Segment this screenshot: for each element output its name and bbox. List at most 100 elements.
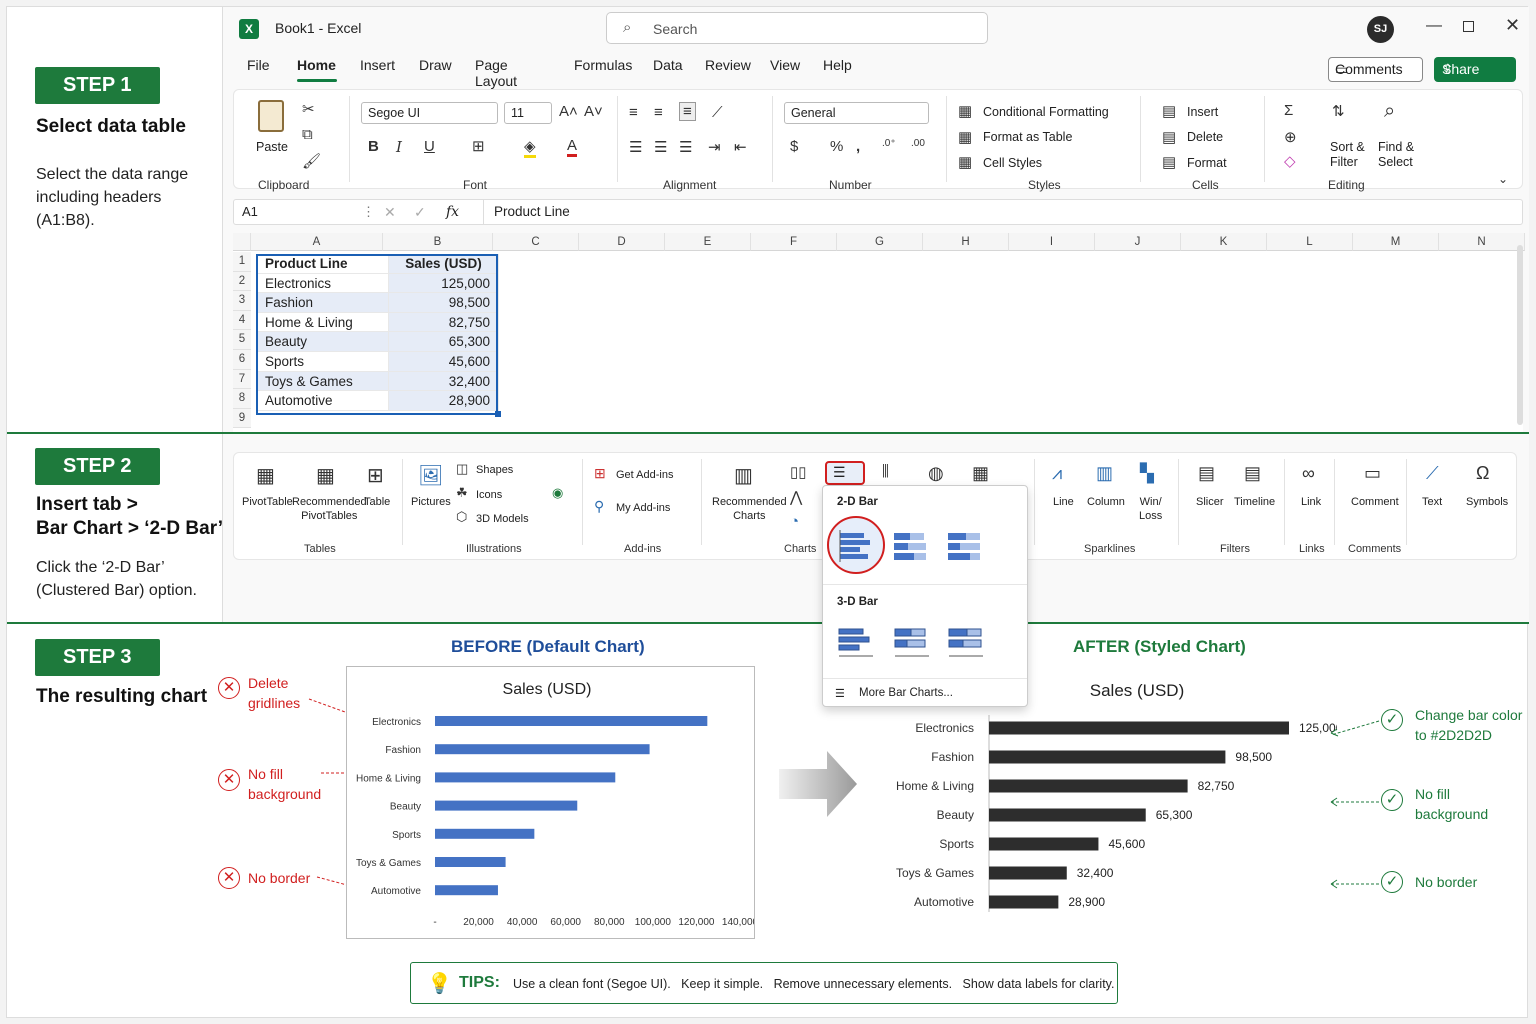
link-button[interactable]: Link	[1301, 495, 1321, 509]
column-header-g[interactable]: G	[837, 233, 923, 251]
3d-100-stacked-bar-option[interactable]	[947, 626, 985, 660]
orientation-icon[interactable]: ⟋	[712, 104, 723, 121]
menu-formulas[interactable]: Formulas	[574, 57, 632, 73]
table-button[interactable]: Table	[364, 495, 390, 509]
row-header-7[interactable]: 7	[233, 369, 251, 390]
function-icon[interactable]: fx	[446, 200, 459, 224]
100-stacked-bar-option[interactable]	[947, 530, 983, 562]
column-header-c[interactable]: C	[493, 233, 579, 251]
fill-icon[interactable]: ⊕	[1284, 128, 1297, 146]
sort-filter-button[interactable]: Sort & Filter	[1330, 140, 1365, 170]
column-header-n[interactable]: N	[1439, 233, 1525, 251]
3d-clustered-bar-option[interactable]	[837, 626, 875, 660]
outdent-icon[interactable]: ⇤	[734, 138, 747, 156]
pictures-button[interactable]: Pictures	[411, 495, 451, 509]
menu-review[interactable]: Review	[705, 57, 751, 73]
currency-icon[interactable]: $	[790, 138, 798, 155]
increase-font-icon[interactable]: A˄	[559, 103, 578, 120]
comma-icon[interactable]: ,	[856, 138, 860, 155]
pivotchart-icon[interactable]: ▦	[972, 463, 989, 484]
font-color-icon[interactable]: A	[567, 137, 578, 157]
row-header-9[interactable]: 9	[233, 408, 251, 429]
column-header-j[interactable]: J	[1095, 233, 1181, 251]
pivottable-button[interactable]: PivotTable	[242, 495, 293, 509]
sparkline-line-button[interactable]: Line	[1053, 495, 1074, 509]
column-header-k[interactable]: K	[1181, 233, 1267, 251]
autosum-icon[interactable]: Σ	[1284, 102, 1293, 119]
menu-file[interactable]: File	[247, 57, 270, 73]
align-left-icon[interactable]: ☰	[629, 138, 642, 156]
bold-icon[interactable]: B	[368, 138, 379, 155]
format-as-table-button[interactable]: Format as Table	[983, 130, 1072, 144]
name-box[interactable]: A1	[236, 201, 354, 223]
paste-label[interactable]: Paste	[256, 140, 288, 154]
underline-icon[interactable]: U	[424, 138, 435, 155]
collapse-ribbon-icon[interactable]: ⌄	[1498, 172, 1508, 186]
my-addins-button[interactable]: My Add-ins	[616, 501, 670, 515]
line-chart-icon[interactable]: ⋀	[790, 488, 802, 506]
row-header-8[interactable]: 8	[233, 389, 251, 409]
cell-styles-button[interactable]: Cell Styles	[983, 156, 1042, 170]
row-header-2[interactable]: 2	[233, 271, 251, 292]
bar-chart-dropdown-button[interactable]: ☰	[825, 461, 865, 485]
conditional-formatting-button[interactable]: Conditional Formatting	[983, 105, 1109, 119]
column-chart-icon[interactable]: ▯▯	[790, 463, 807, 481]
align-top-icon[interactable]: ≡	[629, 104, 638, 121]
formula-input[interactable]: Product Line	[494, 200, 570, 224]
maps-icon[interactable]: ◍	[928, 463, 944, 484]
close-icon[interactable]: ✕	[1505, 15, 1520, 36]
cut-icon[interactable]: ✂	[302, 100, 315, 118]
column-header-e[interactable]: E	[665, 233, 751, 251]
delete-cells-button[interactable]: Delete	[1187, 130, 1223, 144]
number-format-select[interactable]: General	[784, 102, 929, 124]
search-box[interactable]: ⌕ Search	[606, 12, 988, 44]
menu-insert[interactable]: Insert	[360, 57, 395, 73]
menu-draw[interactable]: Draw	[419, 57, 452, 73]
pie-chart-icon[interactable]: ◔	[790, 513, 799, 530]
clear-icon[interactable]: ◇	[1284, 152, 1296, 170]
minimize-icon[interactable]: —	[1426, 17, 1442, 35]
column-header-l[interactable]: L	[1267, 233, 1353, 251]
before-chart[interactable]: Sales (USD) Electronics Fashion Home & Liv…	[346, 666, 755, 939]
column-header-i[interactable]: I	[1009, 233, 1095, 251]
column-header-m[interactable]: M	[1353, 233, 1439, 251]
recommended-pivottables-button[interactable]: Recommended PivotTables	[292, 495, 367, 523]
shapes-button[interactable]: Shapes	[476, 463, 513, 477]
paste-icon[interactable]	[258, 100, 284, 132]
slicer-button[interactable]: Slicer	[1196, 495, 1224, 509]
align-center-icon[interactable]: ☰	[654, 138, 667, 156]
font-size-select[interactable]: 11	[504, 102, 552, 124]
avatar[interactable]: SJ	[1367, 16, 1394, 43]
sparkline-column-button[interactable]: Column	[1087, 495, 1125, 509]
copy-icon[interactable]: ⧉	[302, 126, 313, 143]
comment-insert-button[interactable]: Comment	[1351, 495, 1399, 509]
column-header-a[interactable]: A	[251, 233, 383, 251]
column-header-f[interactable]: F	[751, 233, 837, 251]
select-all-corner[interactable]	[233, 233, 251, 251]
cancel-icon[interactable]: ✕	[384, 200, 396, 224]
decrease-decimal-icon[interactable]: .00	[911, 138, 925, 149]
comments-button[interactable]: ▭ Comments	[1328, 57, 1423, 82]
menu-home[interactable]: Home	[297, 57, 336, 73]
stacked-bar-option[interactable]	[893, 530, 929, 562]
align-bottom-icon[interactable]: ≡	[679, 102, 696, 121]
spreadsheet-grid[interactable]: ABCDEFGHIJKLMN 123456789 Product Line Sal…	[233, 233, 1525, 432]
share-button[interactable]: ⇪ Share ⌄	[1434, 57, 1516, 82]
recommended-charts-button[interactable]: Recommended Charts	[712, 495, 787, 523]
indent-icon[interactable]: ⇥	[708, 138, 721, 156]
row-header-4[interactable]: 4	[233, 310, 251, 331]
increase-decimal-icon[interactable]: .0⁺	[882, 138, 896, 149]
waterfall-chart-icon[interactable]: ⫼	[882, 463, 889, 480]
get-addins-button[interactable]: Get Add-ins	[616, 468, 673, 482]
row-header-1[interactable]: 1	[233, 252, 251, 272]
screenshot-icon[interactable]: ◉	[552, 485, 563, 501]
align-right-icon[interactable]: ☰	[679, 138, 692, 156]
decrease-font-icon[interactable]: A˅	[584, 103, 603, 120]
menu-help[interactable]: Help	[823, 57, 852, 73]
italic-icon[interactable]: I	[396, 138, 402, 156]
percent-icon[interactable]: %	[830, 138, 843, 155]
format-cells-button[interactable]: Format	[1187, 156, 1227, 170]
icons-button[interactable]: Icons	[476, 488, 502, 502]
text-button[interactable]: Text	[1422, 495, 1442, 509]
maximize-icon[interactable]	[1463, 21, 1474, 32]
